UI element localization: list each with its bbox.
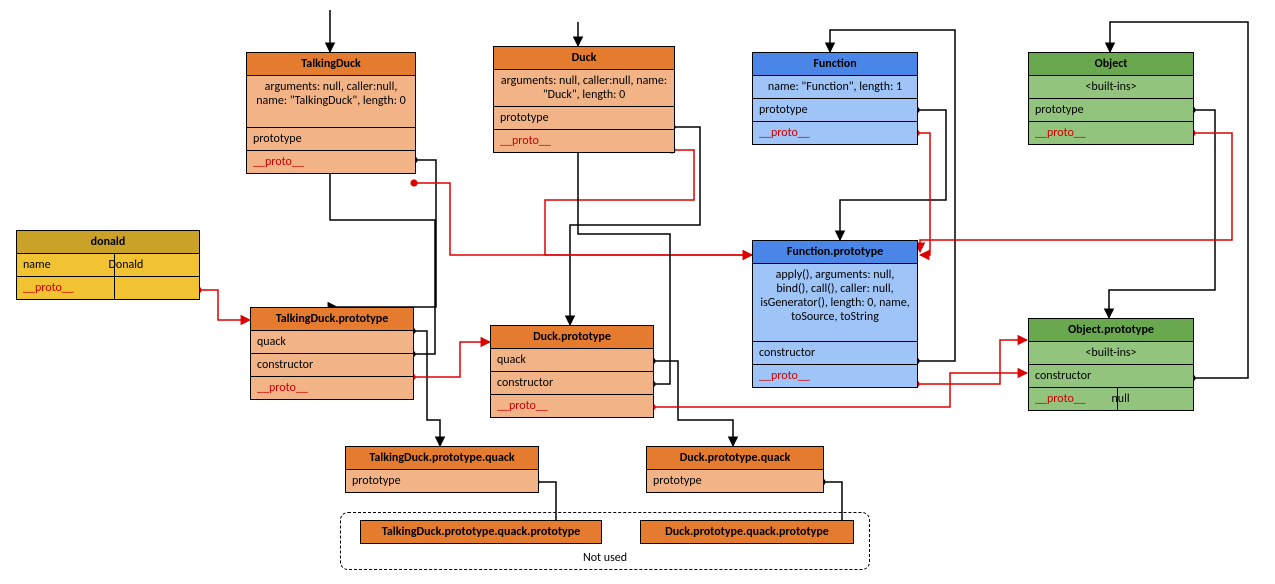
cell-key: __proto__ bbox=[17, 277, 115, 299]
row-name: name Donald bbox=[17, 254, 199, 277]
row-attrs: arguments: null, caller:null, name: "Duc… bbox=[494, 70, 674, 107]
node-title: Duck.prototype bbox=[491, 326, 653, 349]
row-prototype: prototype bbox=[247, 128, 415, 151]
row-prototype: prototype bbox=[1029, 99, 1193, 122]
node-talkingduck: TalkingDuck arguments: null, caller:null… bbox=[246, 52, 416, 174]
row-prototype: prototype bbox=[753, 99, 917, 122]
row-prototype: prototype bbox=[647, 470, 823, 492]
row-prototype: prototype bbox=[346, 470, 538, 492]
row-quack: quack bbox=[251, 331, 413, 354]
node-title: TalkingDuck.prototype.quack bbox=[346, 447, 538, 470]
cell-val: null bbox=[1106, 388, 1194, 410]
row-proto: __proto__ bbox=[1029, 122, 1193, 144]
node-duck: Duck arguments: null, caller:null, name:… bbox=[493, 46, 675, 153]
node-title: Function.prototype bbox=[753, 241, 917, 264]
node-title: Duck.prototype.quack.prototype bbox=[641, 521, 853, 543]
row-proto: __proto__ bbox=[494, 130, 674, 152]
node-title: Object.prototype bbox=[1029, 319, 1193, 342]
row-attrs: name: "Function", length: 1 bbox=[753, 76, 917, 99]
node-title: Function bbox=[753, 53, 917, 76]
node-title: donald bbox=[17, 231, 199, 254]
node-title: Duck bbox=[494, 47, 674, 70]
row-builtins: <built-ins> bbox=[1029, 342, 1193, 365]
node-title: TalkingDuck bbox=[247, 53, 415, 76]
node-object-prototype: Object.prototype <built-ins> constructor… bbox=[1028, 318, 1194, 411]
cell-val: Donald bbox=[103, 254, 200, 276]
node-object: Object <built-ins> prototype __proto__ bbox=[1028, 52, 1194, 145]
row-constructor: constructor bbox=[1029, 365, 1193, 388]
row-attrs: arguments: null, caller:null, name: "Tal… bbox=[247, 76, 415, 128]
node-talkingduck-prototype: TalkingDuck.prototype quack constructor … bbox=[250, 307, 414, 400]
node-duck-quack: Duck.prototype.quack prototype bbox=[646, 446, 824, 493]
row-quack: quack bbox=[491, 349, 653, 372]
node-title: Duck.prototype.quack bbox=[647, 447, 823, 470]
node-function-prototype: Function.prototype apply(), arguments: n… bbox=[752, 240, 918, 388]
row-proto: __proto__ bbox=[251, 377, 413, 399]
node-talkingduck-quack: TalkingDuck.prototype.quack prototype bbox=[345, 446, 539, 493]
node-duck-quack-prototype: Duck.prototype.quack.prototype bbox=[640, 520, 854, 544]
row-constructor: constructor bbox=[753, 342, 917, 365]
not-used-label: Not used bbox=[583, 551, 627, 565]
row-constructor: constructor bbox=[491, 372, 653, 395]
node-title: TalkingDuck.prototype.quack.prototype bbox=[361, 521, 601, 543]
node-duck-prototype: Duck.prototype quack constructor __proto… bbox=[490, 325, 654, 418]
cell-key: __proto__ bbox=[1029, 388, 1118, 410]
row-proto-null: __proto__ null bbox=[1029, 388, 1193, 410]
cell-key: name bbox=[17, 254, 115, 276]
row-builtins: <built-ins> bbox=[1029, 76, 1193, 99]
row-proto: __proto__ bbox=[491, 395, 653, 417]
row-proto: __proto__ bbox=[17, 277, 199, 299]
row-attrs: apply(), arguments: null, bind(), call()… bbox=[753, 264, 917, 342]
diagram-canvas: donald name Donald __proto__ TalkingDuck… bbox=[0, 0, 1275, 584]
row-prototype: prototype bbox=[494, 107, 674, 130]
row-constructor: constructor bbox=[251, 354, 413, 377]
cell-val bbox=[103, 277, 200, 299]
row-proto: __proto__ bbox=[753, 365, 917, 387]
row-proto: __proto__ bbox=[247, 151, 415, 173]
node-talkingduck-quack-prototype: TalkingDuck.prototype.quack.prototype bbox=[360, 520, 602, 544]
node-donald: donald name Donald __proto__ bbox=[16, 230, 200, 300]
row-proto: __proto__ bbox=[753, 122, 917, 144]
node-title: TalkingDuck.prototype bbox=[251, 308, 413, 331]
node-function: Function name: "Function", length: 1 pro… bbox=[752, 52, 918, 145]
node-title: Object bbox=[1029, 53, 1193, 76]
